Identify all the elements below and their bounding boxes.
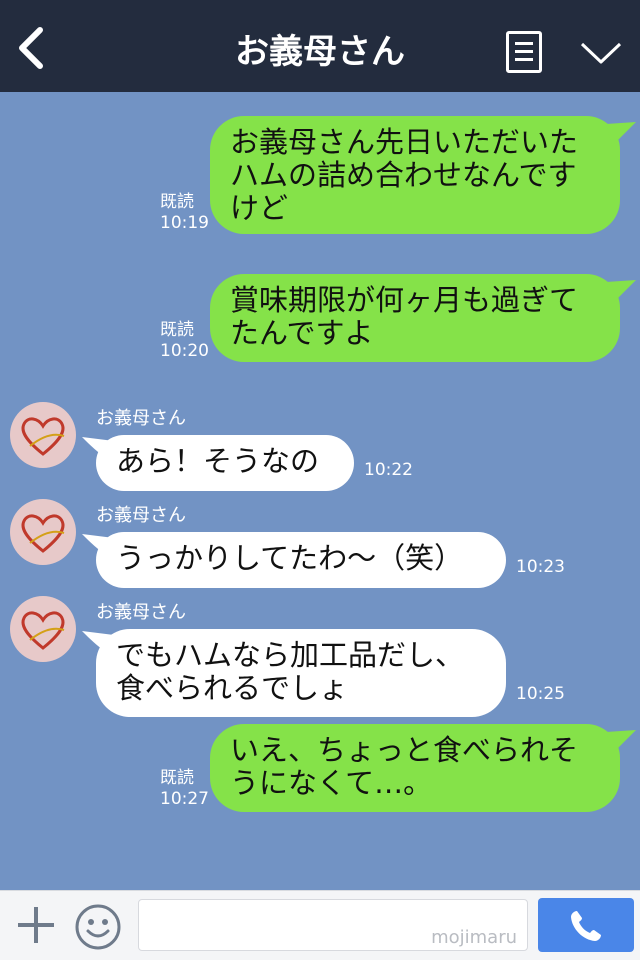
sender-name: お義母さん [96,505,186,526]
message-line: あら！そうなの [116,444,320,478]
message-time: 10:19 [160,213,209,233]
call-button[interactable] [538,898,634,952]
message-bubble-sent[interactable]: お義母さん先日いただいた ハムの詰め合わせなんです けど [210,116,636,234]
message-line: 賞味期限が何ヶ月も過ぎて [230,283,579,317]
read-receipt: 既読 10:27 [160,768,209,810]
menu-icon[interactable] [506,31,542,73]
sender-name: お義母さん [96,602,186,623]
sender-name: お義母さん [96,408,186,429]
read-label: 既読 [160,768,194,788]
watermark-text: mojimaru [431,927,517,948]
smile-icon[interactable] [74,903,122,951]
message-bubble-received[interactable]: あら！そうなの [82,435,354,491]
message-bubble-received[interactable]: うっかりしてたわ〜（笑） [82,532,506,588]
message-time: 10:22 [364,460,413,480]
message-line: 食べられるでしょ [116,671,349,705]
avatar[interactable] [10,596,76,662]
read-receipt: 既読 10:20 [160,320,209,362]
message-line: うになくて…。 [230,766,433,800]
heart-ribbon-icon [21,514,65,553]
message-line: けど [230,191,289,225]
message-line: いえ、ちょっと食べられそ [230,733,579,767]
message-bubble-sent[interactable]: いえ、ちょっと食べられそ うになくて…。 [210,724,636,812]
message-line: たんですよ [230,316,374,350]
message-line: でもハムなら加工品だし、 [116,638,465,672]
chat-title: お義母さん [235,32,405,72]
chevron-down-icon[interactable] [578,38,624,68]
read-label: 既読 [160,192,194,212]
avatar[interactable] [10,402,76,468]
message-input[interactable]: mojimaru [138,899,528,951]
message-line: お義母さん先日いただいた [230,125,579,159]
bubble-tail [82,534,114,556]
avatar[interactable] [10,499,76,565]
bubble-tail [82,437,114,459]
chat-area[interactable]: 既読 10:19 お義母さん先日いただいた ハムの詰め合わせなんです けど 既読… [0,92,640,890]
bubble-tail [82,631,114,653]
read-label: 既読 [160,320,194,340]
bubble-tail [606,122,636,146]
plus-icon[interactable] [14,903,58,947]
bubble-tail [606,280,636,304]
bubble-tail [606,730,636,754]
phone-icon [571,911,601,941]
message-bubble-sent[interactable]: 賞味期限が何ヶ月も過ぎて たんですよ [210,274,636,362]
message-time: 10:20 [160,341,209,361]
message-time: 10:27 [160,789,209,809]
message-bubble-received[interactable]: でもハムなら加工品だし、 食べられるでしょ [82,629,506,717]
message-line: うっかりしてたわ〜（笑） [116,541,464,575]
message-line: ハムの詰め合わせなんです [230,158,577,192]
message-time: 10:23 [516,557,565,577]
input-bar: mojimaru [0,890,640,960]
heart-ribbon-icon [21,611,65,650]
heart-ribbon-icon [21,417,65,456]
message-time: 10:25 [516,684,565,704]
read-receipt: 既読 10:19 [160,192,209,234]
chat-header: お義母さん [0,0,640,92]
